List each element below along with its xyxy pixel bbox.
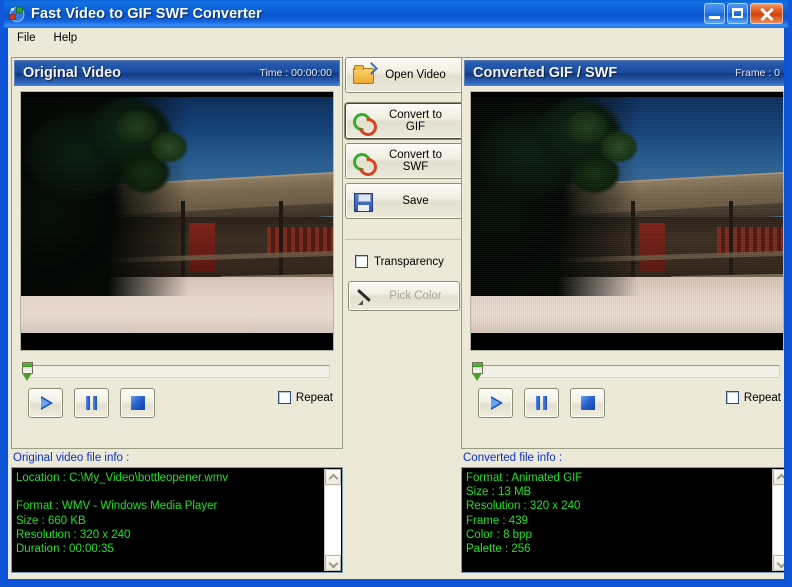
minimize-button[interactable] — [704, 3, 725, 24]
original-file-info-label: Original video file info : — [13, 452, 130, 464]
save-button[interactable]: Save — [345, 183, 463, 219]
convert-arrows-icon — [349, 109, 381, 140]
maximize-icon — [732, 8, 743, 18]
converted-repeat-checkbox[interactable]: Repeat — [725, 391, 781, 404]
convert-to-swf-label: Convert to SWF — [388, 149, 443, 173]
pause-icon — [86, 396, 98, 410]
converted-scroll-down-button[interactable] — [773, 555, 784, 571]
transparency-checkbox-box[interactable] — [355, 255, 368, 268]
action-buttons-column: Open Video Convert to GIF Convert to SWF… — [345, 57, 463, 449]
original-file-info-section: Original video file info : Location : C:… — [11, 452, 343, 573]
repeat-checkbox-box[interactable] — [277, 391, 291, 404]
eyedropper-icon — [354, 285, 382, 307]
scroll-down-button[interactable] — [325, 555, 341, 571]
caption-buttons — [704, 3, 783, 24]
title-bar: Fast Video to GIF SWF Converter — [4, 0, 788, 28]
converted-pause-button[interactable] — [524, 388, 559, 418]
application-window: Fast Video to GIF SWF Converter File Hel… — [0, 0, 792, 587]
play-button[interactable] — [28, 388, 63, 418]
section-divider — [345, 239, 461, 240]
pick-color-label: Pick Color — [389, 290, 442, 302]
converted-seek-slider[interactable] — [472, 362, 780, 383]
converted-output-panel: Converted GIF / SWF Frame : 0 Repeat — [461, 57, 784, 449]
original-info-scrollbar[interactable] — [324, 469, 341, 571]
chevron-down-icon — [776, 558, 784, 569]
converted-file-info-section: Converted file info : Format : Animated … — [461, 452, 784, 573]
original-repeat-checkbox[interactable]: Repeat — [277, 391, 333, 404]
floppy-disk-icon — [351, 190, 379, 212]
converted-file-info-console[interactable]: Format : Animated GIF Size : 13 MB Resol… — [461, 467, 784, 573]
converted-output-header: Converted GIF / SWF Frame : 0 — [464, 60, 784, 86]
original-file-info-text: Location : C:\My_Video\bottleopener.wmv … — [16, 472, 229, 556]
transparency-checkbox[interactable]: Transparency — [355, 255, 444, 268]
client-area: Original Video Time : 00:00:00 Repeat Op… — [8, 47, 784, 579]
scrollbar-track-2[interactable] — [773, 486, 784, 554]
open-video-label: Open Video — [385, 69, 446, 81]
repeat-label: Repeat — [295, 391, 333, 404]
menu-bar: File Help — [8, 28, 784, 47]
original-file-info-console[interactable]: Location : C:\My_Video\bottleopener.wmv … — [11, 467, 343, 573]
play-icon — [491, 396, 503, 410]
converted-output-title: Converted GIF / SWF — [473, 65, 618, 81]
stop-button[interactable] — [120, 388, 155, 418]
scrollbar-track[interactable] — [325, 486, 341, 554]
converted-play-button[interactable] — [478, 388, 513, 418]
original-video-seek-slider[interactable] — [22, 362, 330, 383]
open-video-button[interactable]: Open Video — [345, 57, 463, 93]
original-video-preview[interactable] — [20, 91, 334, 351]
menu-item-file[interactable]: File — [8, 30, 45, 46]
video-frame-image — [21, 92, 333, 350]
open-folder-icon — [351, 64, 379, 86]
app-icon — [8, 5, 26, 23]
convert-to-gif-button[interactable]: Convert to GIF — [345, 103, 463, 140]
time-display: Time : 00:00:00 — [259, 67, 332, 79]
transparency-label: Transparency — [374, 255, 444, 268]
pause-button[interactable] — [74, 388, 109, 418]
frame-display: Frame : 0 — [735, 67, 780, 79]
minimize-icon — [709, 16, 720, 19]
pick-color-button[interactable]: Pick Color — [348, 281, 460, 311]
scroll-up-button[interactable] — [325, 469, 341, 485]
converted-info-scrollbar[interactable] — [772, 469, 784, 571]
stop-icon — [131, 396, 145, 410]
converted-file-info-text: Format : Animated GIF Size : 13 MB Resol… — [466, 472, 583, 556]
converted-seek-thumb[interactable] — [472, 362, 483, 383]
converted-frame-image — [471, 92, 783, 350]
convert-to-swf-button[interactable]: Convert to SWF — [345, 143, 463, 180]
original-video-title: Original Video — [23, 65, 122, 81]
original-video-panel: Original Video Time : 00:00:00 Repeat — [11, 57, 343, 449]
converted-repeat-checkbox-box[interactable] — [725, 391, 739, 404]
converted-video-preview[interactable] — [470, 91, 784, 351]
seek-track[interactable] — [28, 365, 330, 378]
converted-scroll-up-button[interactable] — [773, 469, 784, 485]
chevron-up-icon — [328, 473, 339, 484]
maximize-button[interactable] — [727, 3, 748, 24]
save-label: Save — [402, 195, 429, 207]
convert-arrows-icon-2 — [349, 149, 381, 180]
original-video-header: Original Video Time : 00:00:00 — [14, 60, 340, 86]
original-transport-controls — [28, 388, 155, 418]
menu-item-help[interactable]: Help — [45, 30, 87, 46]
convert-to-gif-label: Convert to GIF — [388, 109, 443, 133]
seek-thumb[interactable] — [22, 362, 33, 383]
chevron-up-icon — [776, 473, 784, 484]
converted-seek-track[interactable] — [478, 365, 780, 378]
window-title: Fast Video to GIF SWF Converter — [31, 6, 262, 22]
play-icon — [41, 396, 53, 410]
converted-stop-button[interactable] — [570, 388, 605, 418]
chevron-down-icon — [328, 558, 339, 569]
converted-file-info-label: Converted file info : — [463, 452, 563, 464]
close-button[interactable] — [750, 3, 783, 24]
converted-transport-controls — [478, 388, 605, 418]
pause-icon — [536, 396, 548, 410]
converted-repeat-label: Repeat — [743, 391, 781, 404]
stop-icon — [581, 396, 595, 410]
